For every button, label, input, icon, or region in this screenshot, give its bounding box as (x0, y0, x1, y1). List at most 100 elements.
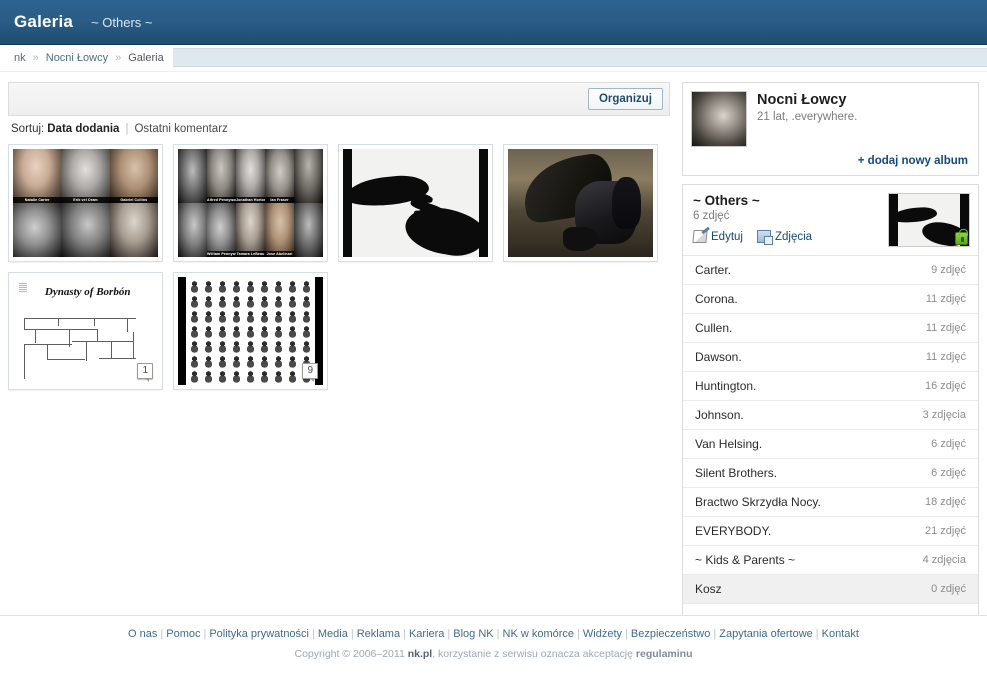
footer-link-pomoc[interactable]: Pomoc (166, 628, 200, 640)
add-new-album-button[interactable]: + dodaj nowy album (858, 155, 968, 167)
breadcrumb-item-profile[interactable]: Nocni Łowcy (46, 52, 108, 64)
collage-cell: Jonathan Horton (236, 149, 265, 203)
album-row-corona[interactable]: Corona. 11 zdjęć (683, 285, 978, 314)
album-name: Cullen. (695, 321, 733, 335)
sort-bar: Sortuj: Data dodania | Ostatni komentarz (8, 116, 670, 144)
footer-link-widzety[interactable]: Widżety (583, 628, 622, 640)
album-count: 6 zdjęć (931, 467, 966, 479)
sprite-grid (188, 279, 313, 383)
copyright-mid: , korzystanie z serwisu oznacza akceptac… (432, 648, 636, 660)
album-name: Dawson. (695, 350, 742, 364)
photo-thumbnail[interactable]: Natalie Carter Erik vel Oram Gabriel Col… (8, 144, 163, 262)
album-count: 0 zdjęć (931, 583, 966, 595)
profile-card: Nocni Łowcy 21 lat, .everywhere. + dodaj… (682, 82, 979, 176)
footer-copyright: Copyright © 2006–2011 nk.pl, korzystanie… (0, 640, 987, 660)
chart-dynasty-art: Dynasty of Borbón (13, 277, 158, 385)
footer-separator: | (713, 628, 717, 640)
footer-link-kariera[interactable]: Kariera (409, 628, 444, 640)
chart-dynasty-lines (16, 314, 155, 383)
breadcrumb-item-current: Galeria (128, 52, 164, 64)
collage-actors-1-art: Natalie Carter Erik vel Oram Gabriel Col… (13, 149, 158, 257)
album-count: 21 zdjęć (925, 525, 966, 537)
footer-link-kontakt[interactable]: Kontakt (822, 628, 859, 640)
collage-actors-2-art: Alfred Pennyworth Jonathan Horton Ian Fr… (178, 149, 323, 257)
collage-caption: William Pennyworth (207, 251, 236, 257)
album-count: 3 zdjęcia (922, 409, 966, 421)
album-photos-button[interactable]: Zdjęcia (756, 230, 813, 245)
photo-grid: Natalie Carter Erik vel Oram Gabriel Col… (8, 144, 670, 390)
sidebar: Nocni Łowcy 21 lat, .everywhere. + dodaj… (682, 82, 979, 646)
photo-hands-art (343, 149, 488, 257)
footer-link-bezpieczenstwo[interactable]: Bezpieczeństwo (631, 628, 711, 640)
footer-separator: | (815, 628, 819, 640)
current-album-count: 6 zdjęć (693, 210, 730, 222)
organize-button[interactable]: Organizuj (587, 88, 663, 110)
collage-cell: Erik vel Oram (61, 149, 110, 203)
album-row-bractwo-skrzydla-nocy[interactable]: Bractwo Skrzydła Nocy. 18 zdjęć (683, 488, 978, 517)
collage-cell: Natalie Carter (13, 149, 62, 203)
collage-cell: Tamara LeBeau (236, 203, 265, 257)
footer-link-media[interactable]: Media (318, 628, 348, 640)
photo-thumbnail[interactable] (338, 144, 493, 262)
album-row-kids-and-parents[interactable]: ~ Kids & Parents ~ 4 zdjęcia (683, 546, 978, 575)
album-count: 18 zdjęć (925, 496, 966, 508)
collage-cell (294, 203, 323, 257)
photo-image (343, 149, 488, 257)
album-row-carter[interactable]: Carter. 9 zdjęć (683, 256, 978, 285)
album-row-silent-brothers[interactable]: Silent Brothers. 6 zdjęć (683, 459, 978, 488)
album-list: Carter. 9 zdjęć Corona. 11 zdjęć Cullen.… (683, 256, 978, 604)
profile-name[interactable]: Nocni Łowcy (757, 91, 857, 109)
photo-thumbnail[interactable] (503, 144, 658, 262)
album-row-kosz[interactable]: Kosz 0 zdjęć (683, 575, 978, 604)
gallery-column: Organizuj Sortuj: Data dodania | Ostatni… (8, 82, 670, 390)
footer-link-blog-nk[interactable]: Blog NK (453, 628, 493, 640)
edit-album-button[interactable]: Edytuj (692, 230, 743, 243)
sort-option-date[interactable]: Data dodania (47, 123, 119, 135)
album-row-dawson[interactable]: Dawson. 11 zdjęć (683, 343, 978, 372)
collage-caption: Tamara LeBeau (236, 251, 265, 257)
breadcrumb-item-home[interactable]: nk (14, 52, 26, 64)
sort-option-last-comment[interactable]: Ostatni komentarz (134, 123, 227, 135)
footer-link-o-nas[interactable]: O nas (128, 628, 157, 640)
footer-link-reklama[interactable]: Reklama (357, 628, 400, 640)
album-row-everybody[interactable]: EVERYBODY. 21 zdjęć (683, 517, 978, 546)
album-name: Corona. (695, 292, 738, 306)
art-winged-girl-art (508, 149, 653, 257)
page-footer: O nas | Pomoc | Polityka prywatności | Media | R… (0, 615, 987, 673)
album-name: Silent Brothers. (695, 466, 778, 480)
current-album-info: ~ Others ~ 6 zdjęć Edytuj Zdjęcia (692, 193, 813, 247)
header-album-subtitle: ~ Others ~ (91, 14, 153, 30)
album-row-van-helsing[interactable]: Van Helsing. 6 zdjęć (683, 430, 978, 459)
album-count: 11 zdjęć (925, 293, 966, 305)
album-name: Johnson. (695, 408, 744, 422)
breadcrumb-separator-icon: » (32, 52, 39, 64)
album-name: ~ Kids & Parents ~ (695, 553, 796, 567)
album-photos-label: Zdjęcia (774, 230, 813, 243)
footer-link-polityka-prywatnosci[interactable]: Polityka prywatności (209, 628, 309, 640)
pencil-edit-icon (692, 230, 708, 243)
album-row-cullen[interactable]: Cullen. 11 zdjęć (683, 314, 978, 343)
terms-link[interactable]: regulaminu (636, 648, 693, 660)
page-body: Organizuj Sortuj: Data dodania | Ostatni… (0, 72, 987, 638)
footer-link-nk-w-komorce[interactable]: NK w komórce (503, 628, 575, 640)
current-album-cover[interactable] (888, 193, 970, 247)
collage-cell (109, 203, 158, 257)
footer-link-zapytania-ofertowe[interactable]: Zapytania ofertowe (719, 628, 813, 640)
album-row-huntington[interactable]: Huntington. 16 zdjęć (683, 372, 978, 401)
album-count: 16 zdjęć (925, 380, 966, 392)
app-header: Galeria ~ Others ~ (0, 0, 987, 45)
collage-cell (13, 203, 62, 257)
album-count: 11 zdjęć (925, 351, 966, 363)
photo-thumbnail[interactable]: Alfred Pennyworth Jonathan Horton Ian Fr… (173, 144, 328, 262)
footer-separator: | (403, 628, 406, 640)
profile-text: Nocni Łowcy 21 lat, .everywhere. (757, 91, 857, 147)
album-name: Van Helsing. (695, 437, 763, 451)
photo-thumbnail[interactable]: Dynasty of Borbón 1 (8, 272, 163, 390)
edit-album-label: Edytuj (711, 230, 743, 243)
album-row-johnson[interactable]: Johnson. 3 zdjęcia (683, 401, 978, 430)
footer-separator: | (625, 628, 628, 640)
avatar[interactable] (691, 91, 747, 147)
photo-thumbnail[interactable]: 9 (173, 272, 328, 390)
album-list-card: ~ Others ~ 6 zdjęć Edytuj Zdjęcia Carter… (682, 184, 979, 638)
album-count: 4 zdjęcia (922, 554, 966, 566)
